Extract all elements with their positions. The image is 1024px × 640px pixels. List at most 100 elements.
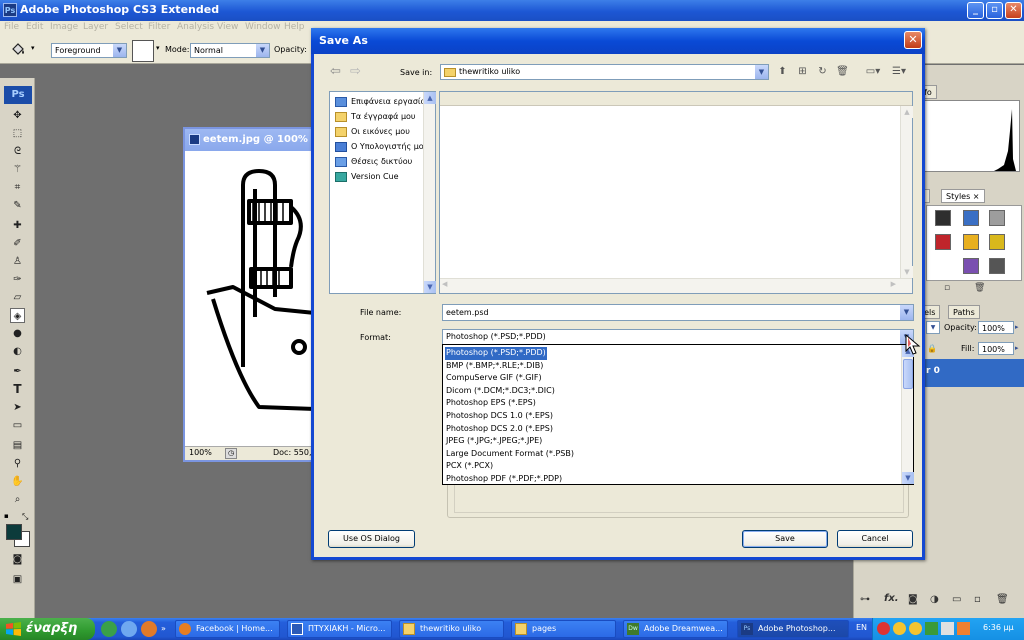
start-button[interactable]: έναρξη [0, 618, 95, 640]
healing-brush-tool-icon[interactable]: ✚ [10, 218, 25, 233]
paint-bucket-tool-icon[interactable]: ◈ [10, 308, 25, 323]
menu-select[interactable]: Select [115, 22, 143, 32]
place-item-network[interactable]: Θέσεις δικτύου [333, 155, 412, 169]
format-option-pdf[interactable]: Photoshop PDF (*.PDF;*.PDP) [445, 473, 563, 486]
style-swatch[interactable] [963, 210, 979, 226]
file-name-input[interactable]: eetem.psd ▼ [442, 304, 914, 321]
save-in-select[interactable]: thewritiko uliko ▼ [440, 64, 769, 80]
pattern-arrow-icon[interactable]: ▾ [156, 44, 160, 52]
delete-icon[interactable]: 🗑 [836, 66, 849, 78]
pen-tool-icon[interactable]: ✒ [10, 364, 25, 379]
close-app-button[interactable]: ✕ [1005, 2, 1022, 19]
shape-tool-icon[interactable]: ▭ [10, 418, 25, 433]
maximize-button[interactable]: ▫ [986, 2, 1003, 19]
save-button[interactable]: Save [742, 530, 828, 548]
format-option-photoshop-eps[interactable]: Photoshop EPS (*.EPS) [445, 397, 537, 410]
tray-network-icon[interactable] [925, 622, 938, 635]
tray-security-icon[interactable] [957, 622, 970, 635]
scroll-down-icon[interactable]: ▼ [424, 281, 436, 293]
layer-row-selected[interactable]: r 0 [924, 359, 1024, 387]
refresh-icon[interactable]: ↻ [816, 66, 829, 78]
style-swatch[interactable] [989, 234, 1005, 250]
lock-icon[interactable]: 🔒 [927, 344, 937, 353]
scroll-left-icon[interactable]: ◀ [442, 280, 447, 288]
style-swatch[interactable] [935, 210, 951, 226]
path-selection-tool-icon[interactable]: ➤ [10, 400, 25, 415]
history-brush-tool-icon[interactable]: ✑ [10, 272, 25, 287]
new-layer-icon[interactable]: ▫ [974, 594, 981, 605]
format-option-bmp[interactable]: BMP (*.BMP;*.RLE;*.DIB) [445, 360, 544, 373]
slice-tool-icon[interactable]: ✎ [10, 198, 25, 213]
eraser-tool-icon[interactable]: ▱ [10, 290, 25, 305]
scroll-right-icon[interactable]: ▶ [891, 280, 896, 288]
tray-emoticon-icon-2[interactable] [909, 622, 922, 635]
menu-view[interactable]: View [217, 22, 238, 32]
format-select[interactable]: Photoshop (*.PSD;*.PDD) ▼ [442, 329, 914, 345]
type-tool-icon[interactable]: T [10, 382, 25, 397]
document-window[interactable]: eetem.jpg @ 100% (La 100% ◷ Doc: 550,8 [183, 127, 317, 462]
scroll-thumb[interactable] [903, 359, 913, 389]
foreground-color-swatch[interactable] [6, 524, 22, 540]
format-option-jpeg[interactable]: JPEG (*.JPG;*.JPEG;*.JPE) [445, 435, 543, 448]
clone-stamp-tool-icon[interactable]: ♙ [10, 254, 25, 269]
format-option-psb[interactable]: Large Document Format (*.PSB) [445, 448, 575, 461]
status-menu-icon[interactable]: ◷ [225, 448, 237, 459]
show-desktop-icon[interactable] [101, 621, 117, 637]
menu-window[interactable]: Window [245, 22, 281, 32]
swap-colors-icon[interactable]: ⤡ [22, 512, 28, 522]
task-folder-thewritiko[interactable]: thewritiko uliko [399, 620, 504, 638]
magic-wand-tool-icon[interactable]: ⚚ [10, 162, 25, 177]
format-option-dcs-1[interactable]: Photoshop DCS 1.0 (*.EPS) [445, 410, 554, 423]
cancel-button[interactable]: Cancel [837, 530, 913, 548]
format-list-scrollbar[interactable]: ▲ ▼ [901, 345, 914, 484]
link-layers-icon[interactable]: ⊶ [860, 594, 870, 605]
menu-help[interactable]: Help [284, 22, 305, 32]
back-arrow-icon[interactable]: ⇦ [330, 64, 341, 79]
layer-mask-icon[interactable]: ◙ [908, 594, 918, 605]
scroll-up-icon[interactable]: ▲ [424, 92, 436, 104]
dialog-close-button[interactable]: ✕ [904, 31, 922, 49]
style-swatch[interactable] [963, 234, 979, 250]
style-swatch[interactable] [989, 210, 1005, 226]
minimize-button[interactable]: _ [967, 2, 984, 19]
menu-edit[interactable]: Edit [26, 22, 43, 32]
tools-menu-icon[interactable]: ▭▾ [862, 66, 884, 78]
default-colors-icon[interactable]: ▪ [4, 512, 9, 520]
place-item-desktop[interactable]: Επιφάνεια εργασία [333, 95, 426, 109]
format-dropdown-list[interactable]: Photoshop (*.PSD;*.PDD) BMP (*.BMP;*.RLE… [442, 344, 914, 485]
task-word[interactable]: ΠΤΥΧΙΑΚΗ - Micro... [287, 620, 392, 638]
quicklaunch-more-icon[interactable]: » [161, 624, 171, 634]
paint-bucket-icon[interactable] [10, 41, 26, 57]
new-folder-icon[interactable]: ⊞ [796, 66, 809, 78]
format-option-gif[interactable]: CompuServe GIF (*.GIF) [445, 372, 543, 385]
menu-image[interactable]: Image [50, 22, 78, 32]
menu-file[interactable]: File [4, 22, 19, 32]
blend-mode-dropdown[interactable]: ▼ [926, 321, 940, 334]
scroll-down-icon[interactable]: ▼ [902, 472, 914, 484]
format-option-pcx[interactable]: PCX (*.PCX) [445, 460, 494, 473]
menu-filter[interactable]: Filter [148, 22, 170, 32]
mode-select[interactable]: Normal ▼ [190, 43, 270, 58]
delete-style-icon[interactable]: 🗑 [974, 283, 985, 293]
dialog-title-bar[interactable]: Save As ✕ [311, 28, 925, 54]
blur-tool-icon[interactable]: ● [10, 326, 25, 341]
task-folder-pages[interactable]: pages [511, 620, 616, 638]
zoom-level[interactable]: 100% [189, 448, 212, 457]
layer-fill-input[interactable]: 100% [978, 342, 1014, 355]
document-title-bar[interactable]: eetem.jpg @ 100% (La [185, 129, 313, 151]
notes-tool-icon[interactable]: ▤ [10, 438, 25, 453]
style-swatch[interactable] [935, 234, 951, 250]
pattern-picker[interactable] [132, 40, 154, 62]
style-swatch[interactable] [989, 258, 1005, 274]
quick-mask-icon[interactable]: ◙ [10, 552, 25, 567]
file-list-hscrollbar[interactable]: ◀ ▶ [440, 278, 912, 293]
fill-arrow-icon[interactable]: ▸ [1015, 344, 1019, 352]
adjustment-layer-icon[interactable]: ◑ [930, 594, 939, 605]
places-scrollbar[interactable]: ▲ ▼ [423, 92, 436, 293]
zoom-tool-icon[interactable]: ⌕ [10, 492, 25, 507]
eyedropper-tool-icon[interactable]: ⚲ [10, 456, 25, 471]
dodge-tool-icon[interactable]: ◐ [10, 344, 25, 359]
style-swatch[interactable] [963, 258, 979, 274]
language-indicator[interactable]: EN [856, 623, 867, 632]
new-group-icon[interactable]: ▭ [952, 594, 961, 605]
